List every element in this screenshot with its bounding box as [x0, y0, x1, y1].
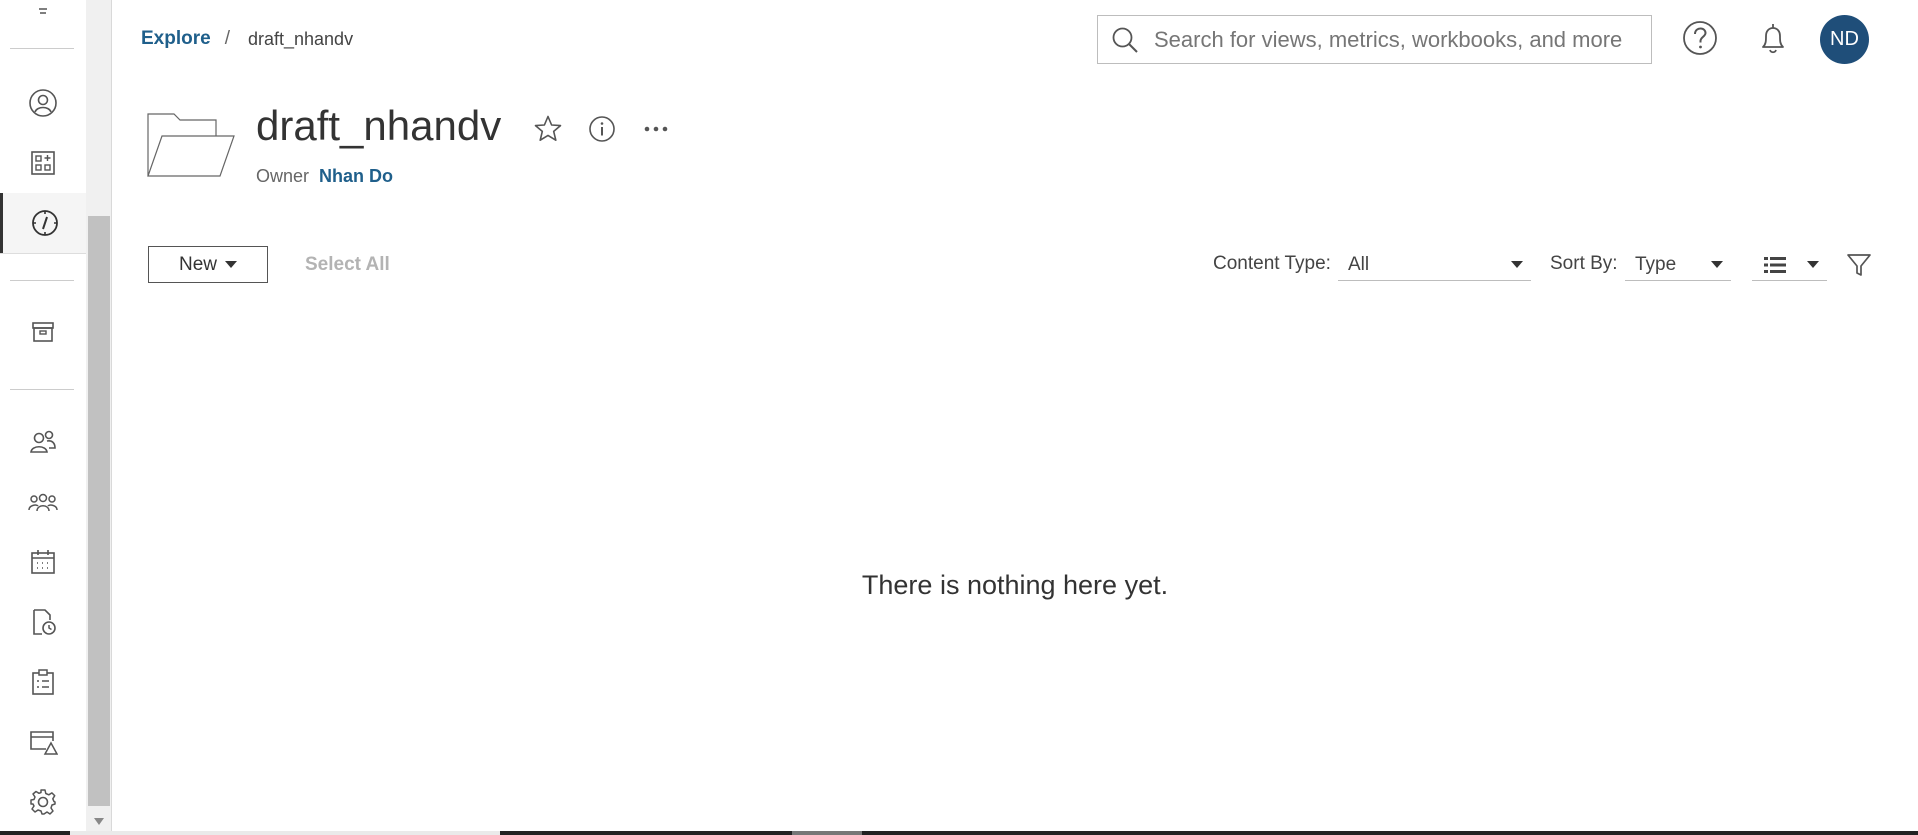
- rail-divider: [10, 389, 74, 390]
- side-nav-item-users[interactable]: [0, 412, 86, 472]
- chevron-down-icon: [1511, 261, 1523, 268]
- details-button[interactable]: [584, 111, 620, 147]
- breadcrumb-explore-link[interactable]: Explore: [141, 28, 211, 50]
- owner-label: Owner: [256, 166, 310, 186]
- star-outline-icon: [534, 115, 562, 141]
- archive-box-icon: [32, 322, 54, 342]
- content-type-label: Content Type:: [1213, 253, 1331, 274]
- sort-by-label: Sort By:: [1550, 253, 1618, 274]
- groups-icon: [28, 493, 58, 512]
- side-nav-item-jobs[interactable]: [0, 592, 86, 652]
- document-clock-icon: [33, 609, 56, 635]
- side-nav: [0, 0, 86, 835]
- user-circle-icon: [29, 89, 57, 117]
- apps-grid-icon: [31, 151, 55, 175]
- chevron-down-icon: [1711, 261, 1723, 268]
- more-actions-button[interactable]: [638, 111, 674, 147]
- gear-icon: [30, 789, 56, 815]
- info-icon: [589, 116, 615, 142]
- rail-divider: [10, 280, 74, 281]
- content-type-dropdown[interactable]: All: [1338, 249, 1531, 281]
- owner-row: Owner Nhan Do: [256, 166, 393, 187]
- bottom-edge: [0, 831, 1918, 835]
- select-all-button[interactable]: Select All: [305, 254, 390, 276]
- breadcrumb: Explore / draft_nhandv: [141, 28, 353, 50]
- new-button[interactable]: New: [148, 246, 268, 283]
- rail-divider: [0, 253, 86, 254]
- user-avatar[interactable]: ND: [1820, 15, 1869, 64]
- rail-divider: [10, 48, 74, 49]
- users-icon: [30, 430, 56, 453]
- chevron-down-icon: [1807, 261, 1819, 268]
- side-nav-item-profile[interactable]: [0, 73, 86, 133]
- ellipsis-icon: [644, 126, 668, 132]
- bottom-edge-segment: [70, 831, 500, 835]
- side-nav-item-tasks[interactable]: [0, 652, 86, 712]
- sort-by-dropdown[interactable]: Type: [1625, 249, 1731, 281]
- scrollbar-thumb[interactable]: [88, 216, 110, 806]
- page-title: draft_nhandv: [256, 102, 502, 149]
- view-mode-dropdown[interactable]: [1752, 249, 1827, 281]
- window-warning-icon: [30, 731, 58, 755]
- breadcrumb-separator: /: [224, 28, 230, 49]
- bell-icon: [1762, 24, 1784, 54]
- side-nav-item-site-status[interactable]: [0, 712, 86, 772]
- side-nav-item-settings[interactable]: [0, 772, 86, 832]
- breadcrumb-current: draft_nhandv: [247, 28, 354, 49]
- favorite-button[interactable]: [530, 111, 566, 147]
- triangle-down-icon: [94, 817, 104, 825]
- folder-open-icon: [147, 113, 235, 177]
- help-icon: [1683, 21, 1717, 55]
- side-nav-item-explore[interactable]: [0, 193, 86, 253]
- lightbulb-icon: [39, 8, 47, 14]
- side-nav-scrollbar[interactable]: [86, 0, 112, 835]
- scroll-down-button[interactable]: [86, 813, 112, 829]
- clipboard-icon: [32, 669, 54, 695]
- bottom-edge-segment: [792, 831, 862, 835]
- side-nav-item-menu[interactable]: [0, 0, 86, 34]
- search-box[interactable]: [1097, 15, 1652, 64]
- sort-by-value: Type: [1635, 253, 1677, 275]
- search-icon: [1112, 27, 1138, 53]
- chevron-down-icon: [225, 261, 237, 268]
- content-type-value: All: [1348, 253, 1370, 275]
- search-input[interactable]: [1154, 26, 1624, 53]
- compass-icon: [31, 210, 58, 236]
- owner-link[interactable]: Nhan Do: [319, 166, 393, 187]
- help-button[interactable]: [1680, 18, 1720, 58]
- list-view-icon: [1764, 256, 1786, 273]
- notifications-button[interactable]: [1753, 18, 1793, 58]
- new-button-label: New: [178, 253, 217, 275]
- filter-icon[interactable]: [1846, 252, 1872, 278]
- side-nav-item-collections[interactable]: [0, 302, 86, 362]
- side-nav-item-groups[interactable]: [0, 472, 86, 532]
- empty-state-message: There is nothing here yet.: [861, 570, 1169, 600]
- side-nav-icons: [0, 0, 86, 835]
- side-nav-item-home[interactable]: [0, 133, 86, 193]
